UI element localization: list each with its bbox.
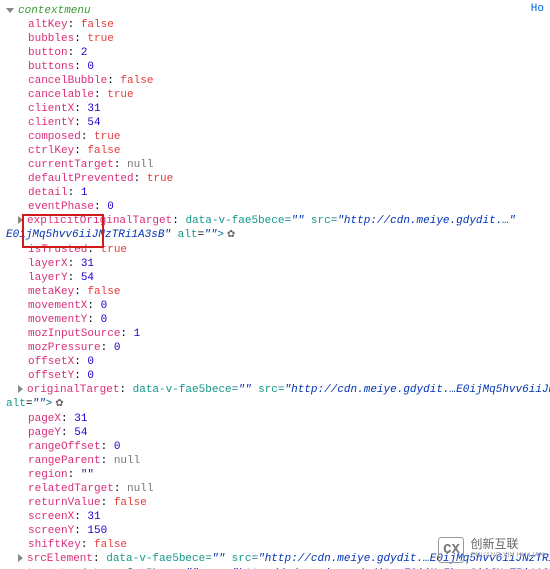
expand-arrow-right-icon[interactable]: [18, 554, 23, 562]
prop-row-offsetY[interactable]: offsetY: 0: [0, 369, 550, 383]
prop-row-clientY[interactable]: clientY: 54: [0, 116, 550, 130]
prop-row-explicitOriginalTarget[interactable]: explicitOriginalTarget: data-v-fae5bece=…: [0, 214, 550, 228]
event-name: contextmenu: [18, 5, 91, 17]
prop-row-originalTarget[interactable]: originalTarget: data-v-fae5bece="" src="…: [0, 383, 550, 397]
prop-row-pageY[interactable]: pageY: 54: [0, 426, 550, 440]
expand-arrow-down-icon[interactable]: [6, 8, 14, 13]
prop-row-altKey[interactable]: altKey: false: [0, 18, 550, 32]
hover-link[interactable]: Ho: [531, 2, 544, 16]
prop-row-returnValue[interactable]: returnValue: false: [0, 496, 550, 510]
expand-arrow-right-icon[interactable]: [18, 385, 23, 393]
prop-row-bubbles[interactable]: bubbles: true: [0, 32, 550, 46]
prop-row-movementY[interactable]: movementY: 0: [0, 313, 550, 327]
prop-row-defaultPrevented[interactable]: defaultPrevented: true: [0, 172, 550, 186]
prop-row-detail[interactable]: detail: 1: [0, 186, 550, 200]
prop-row-mozInputSource[interactable]: mozInputSource: 1: [0, 327, 550, 341]
prop-row-currentTarget[interactable]: currentTarget: null: [0, 158, 550, 172]
prop-row-cancelBubble[interactable]: cancelBubble: false: [0, 74, 550, 88]
expand-arrow-right-icon[interactable]: [18, 216, 23, 224]
console-object-tree: contextmenu altKey: falsebubbles: truebu…: [0, 0, 550, 569]
event-root[interactable]: contextmenu: [0, 4, 550, 18]
watermark: CX 创新互联 CHUANG XIN HU LIAN: [438, 537, 544, 563]
prop-row-cancelable[interactable]: cancelable: true: [0, 88, 550, 102]
prop-row-composed[interactable]: composed: true: [0, 130, 550, 144]
prop-row-eventPhase[interactable]: eventPhase: 0: [0, 200, 550, 214]
prop-row-mozPressure[interactable]: mozPressure: 0: [0, 341, 550, 355]
prop-row-buttons[interactable]: buttons: 0: [0, 60, 550, 74]
prop-row-region[interactable]: region: "": [0, 468, 550, 482]
prop-row-relatedTarget[interactable]: relatedTarget: null: [0, 482, 550, 496]
prop-row-button[interactable]: button: 2: [0, 46, 550, 60]
prop-row-alt: alt="">✿: [0, 397, 550, 412]
prop-row-pageX[interactable]: pageX: 31: [0, 412, 550, 426]
prop-row-offsetX[interactable]: offsetX: 0: [0, 355, 550, 369]
prop-row-overflow: E0ijMq5hvv6iiJNzTRi1A3sB" alt="">✿: [0, 228, 550, 243]
prop-row-rangeOffset[interactable]: rangeOffset: 0: [0, 440, 550, 454]
prop-row-movementX[interactable]: movementX: 0: [0, 299, 550, 313]
gear-icon[interactable]: ✿: [55, 398, 63, 412]
watermark-logo: CX: [438, 537, 464, 563]
gear-icon[interactable]: ✿: [227, 229, 235, 243]
prop-row-rangeParent[interactable]: rangeParent: null: [0, 454, 550, 468]
prop-row-ctrlKey[interactable]: ctrlKey: false: [0, 144, 550, 158]
watermark-line1: 创新互联: [470, 539, 544, 550]
prop-row-layerX[interactable]: layerX: 31: [0, 257, 550, 271]
prop-row-isTrusted[interactable]: isTrusted: true: [0, 243, 550, 257]
prop-row-layerY[interactable]: layerY: 54: [0, 271, 550, 285]
prop-row-screenX[interactable]: screenX: 31: [0, 510, 550, 524]
prop-row-screenY[interactable]: screenY: 150: [0, 524, 550, 538]
prop-row-metaKey[interactable]: metaKey: false: [0, 285, 550, 299]
watermark-line2: CHUANG XIN HU LIAN: [470, 550, 544, 561]
prop-row-clientX[interactable]: clientX: 31: [0, 102, 550, 116]
